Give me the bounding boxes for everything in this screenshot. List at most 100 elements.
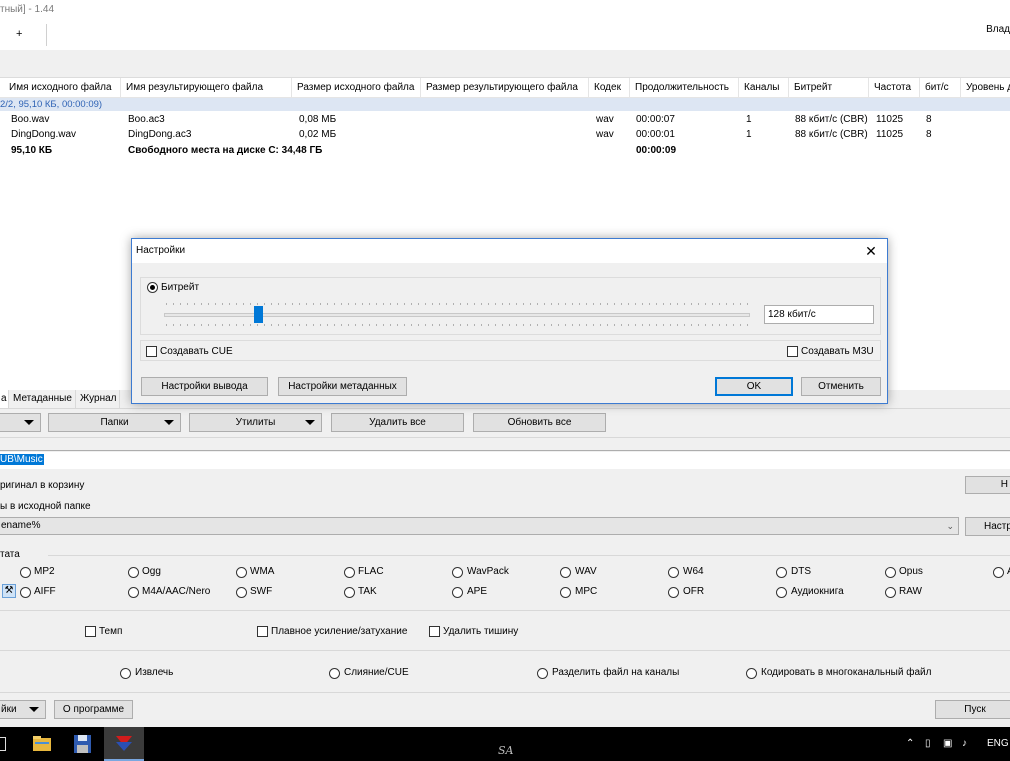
mode-radio-extract[interactable]: [120, 668, 131, 679]
output-path-field[interactable]: UB\Music: [0, 452, 1010, 469]
format-radio-wma[interactable]: [236, 567, 247, 578]
settings-button[interactable]: йки: [0, 700, 46, 719]
usb-icon[interactable]: ▯: [925, 738, 931, 749]
wrench-icon[interactable]: ⚒: [2, 584, 16, 598]
format-radio-a[interactable]: [993, 567, 1004, 578]
format-radio-mp2[interactable]: [20, 567, 31, 578]
create-m3u-checkbox[interactable]: [787, 346, 798, 357]
folders-button[interactable]: Папки: [48, 413, 181, 432]
col-level[interactable]: Уровень д: [961, 78, 1010, 98]
format-label-m4a[interactable]: M4A/AAC/Nero: [142, 586, 210, 597]
col-result-name[interactable]: Имя результирующего файла: [121, 78, 292, 98]
format-radio-w64[interactable]: [668, 567, 679, 578]
silence-label[interactable]: Удалить тишину: [443, 626, 518, 637]
create-m3u-label[interactable]: Создавать M3U: [801, 346, 874, 357]
add-files-button[interactable]: +: [16, 28, 22, 40]
about-button[interactable]: О программе: [54, 700, 133, 719]
output-settings-button[interactable]: Настройки вывода: [141, 377, 268, 396]
format-label-wav[interactable]: WAV: [575, 566, 597, 577]
refresh-all-button[interactable]: Обновить все: [473, 413, 606, 432]
bitrate-value-field[interactable]: 128 кбит/с: [764, 305, 874, 324]
format-label-tak[interactable]: TAK: [358, 586, 377, 597]
col-result-size[interactable]: Размер результирующего файла: [421, 78, 589, 98]
tab-main[interactable]: а: [0, 390, 9, 408]
utilities-button[interactable]: Утилиты: [189, 413, 322, 432]
col-source-name[interactable]: Имя исходного файла: [4, 78, 121, 98]
col-bitrate[interactable]: Битрейт: [789, 78, 869, 98]
right-button-1[interactable]: Н: [965, 476, 1010, 494]
format-label-ofr[interactable]: OFR: [683, 586, 704, 597]
tab-log[interactable]: Журнал: [76, 390, 120, 408]
file-explorer-icon[interactable]: [25, 727, 59, 761]
source-folder-label[interactable]: ы в исходной папке: [0, 501, 91, 512]
col-source-size[interactable]: Размер исходного файла: [292, 78, 421, 98]
format-label-wma[interactable]: WMA: [250, 566, 274, 577]
format-radio-audiobook[interactable]: [776, 587, 787, 598]
mode-label-multichannel[interactable]: Кодировать в многоканальный файл: [761, 667, 931, 678]
network-icon[interactable]: ▣: [943, 738, 952, 749]
format-label-opus[interactable]: Opus: [899, 566, 923, 577]
group-row[interactable]: 2/2, 95,10 КБ, 00:00:09): [0, 98, 1010, 111]
filename-pattern-select[interactable]: ename% ⌄: [0, 517, 959, 535]
format-radio-tak[interactable]: [344, 587, 355, 598]
task-view-icon[interactable]: [0, 737, 6, 751]
bitrate-slider-thumb[interactable]: [254, 306, 263, 323]
temp-checkbox[interactable]: [85, 626, 96, 637]
format-label-dts[interactable]: DTS: [791, 566, 811, 577]
fade-label[interactable]: Плавное усиление/затухание: [271, 626, 407, 637]
right-button-2[interactable]: Настр: [965, 517, 1010, 536]
col-bits[interactable]: бит/с: [920, 78, 961, 98]
format-radio-wavpack[interactable]: [452, 567, 463, 578]
tab-metadata[interactable]: Метаданные: [9, 390, 76, 408]
format-label-mpc[interactable]: MPC: [575, 586, 597, 597]
format-label-w64[interactable]: W64: [683, 566, 704, 577]
table-row[interactable]: Boo.wav Boo.ac3 0,08 МБ wav 00:00:07 1 8…: [0, 112, 1010, 128]
speaker-icon[interactable]: ♪: [962, 738, 967, 749]
format-label-ape[interactable]: APE: [467, 586, 487, 597]
format-label-aiff[interactable]: AIFF: [34, 586, 56, 597]
recycle-label[interactable]: ригинал в корзину: [0, 480, 84, 491]
mode-label-merge[interactable]: Слияние/CUE: [344, 667, 409, 678]
converter-app-icon[interactable]: [104, 727, 144, 761]
format-label-audiobook[interactable]: Аудиокнига: [791, 586, 844, 597]
fade-checkbox[interactable]: [257, 626, 268, 637]
mode-label-extract[interactable]: Извлечь: [135, 667, 173, 678]
bitrate-slider-track[interactable]: [164, 313, 750, 317]
format-radio-flac[interactable]: [344, 567, 355, 578]
col-channels[interactable]: Каналы: [739, 78, 789, 98]
metadata-settings-button[interactable]: Настройки метаданных: [278, 377, 407, 396]
format-radio-raw[interactable]: [885, 587, 896, 598]
col-duration[interactable]: Продолжительность: [630, 78, 739, 98]
format-label-swf[interactable]: SWF: [250, 586, 272, 597]
silence-checkbox[interactable]: [429, 626, 440, 637]
create-cue-label[interactable]: Создавать CUE: [160, 346, 233, 357]
format-label-wavpack[interactable]: WavPack: [467, 566, 509, 577]
col-codec[interactable]: Кодек: [589, 78, 630, 98]
format-radio-ogg[interactable]: [128, 567, 139, 578]
table-row[interactable]: DingDong.wav DingDong.ac3 0,02 МБ wav 00…: [0, 127, 1010, 143]
dropdown-button[interactable]: [0, 413, 41, 432]
format-radio-aiff[interactable]: [20, 587, 31, 598]
mode-radio-split[interactable]: [537, 668, 548, 679]
format-radio-swf[interactable]: [236, 587, 247, 598]
bitrate-label[interactable]: Битрейт: [161, 282, 199, 293]
format-radio-opus[interactable]: [885, 567, 896, 578]
language-indicator[interactable]: ENG: [987, 738, 1009, 749]
save-icon[interactable]: [65, 727, 99, 761]
bitrate-radio[interactable]: [147, 282, 158, 293]
mode-label-split[interactable]: Разделить файл на каналы: [552, 667, 679, 678]
format-radio-ape[interactable]: [452, 587, 463, 598]
format-radio-mpc[interactable]: [560, 587, 571, 598]
format-radio-dts[interactable]: [776, 567, 787, 578]
ok-button[interactable]: OK: [715, 377, 793, 396]
format-label-raw[interactable]: RAW: [899, 586, 922, 597]
mode-radio-multichannel[interactable]: [746, 668, 757, 679]
cancel-button[interactable]: Отменить: [801, 377, 881, 396]
temp-label[interactable]: Темп: [99, 626, 122, 637]
close-icon[interactable]: ✕: [861, 241, 881, 261]
col-frequency[interactable]: Частота: [869, 78, 920, 98]
mode-radio-merge[interactable]: [329, 668, 340, 679]
format-label-mp2[interactable]: MP2: [34, 566, 55, 577]
start-button[interactable]: Пуск: [935, 700, 1010, 719]
format-radio-wav[interactable]: [560, 567, 571, 578]
